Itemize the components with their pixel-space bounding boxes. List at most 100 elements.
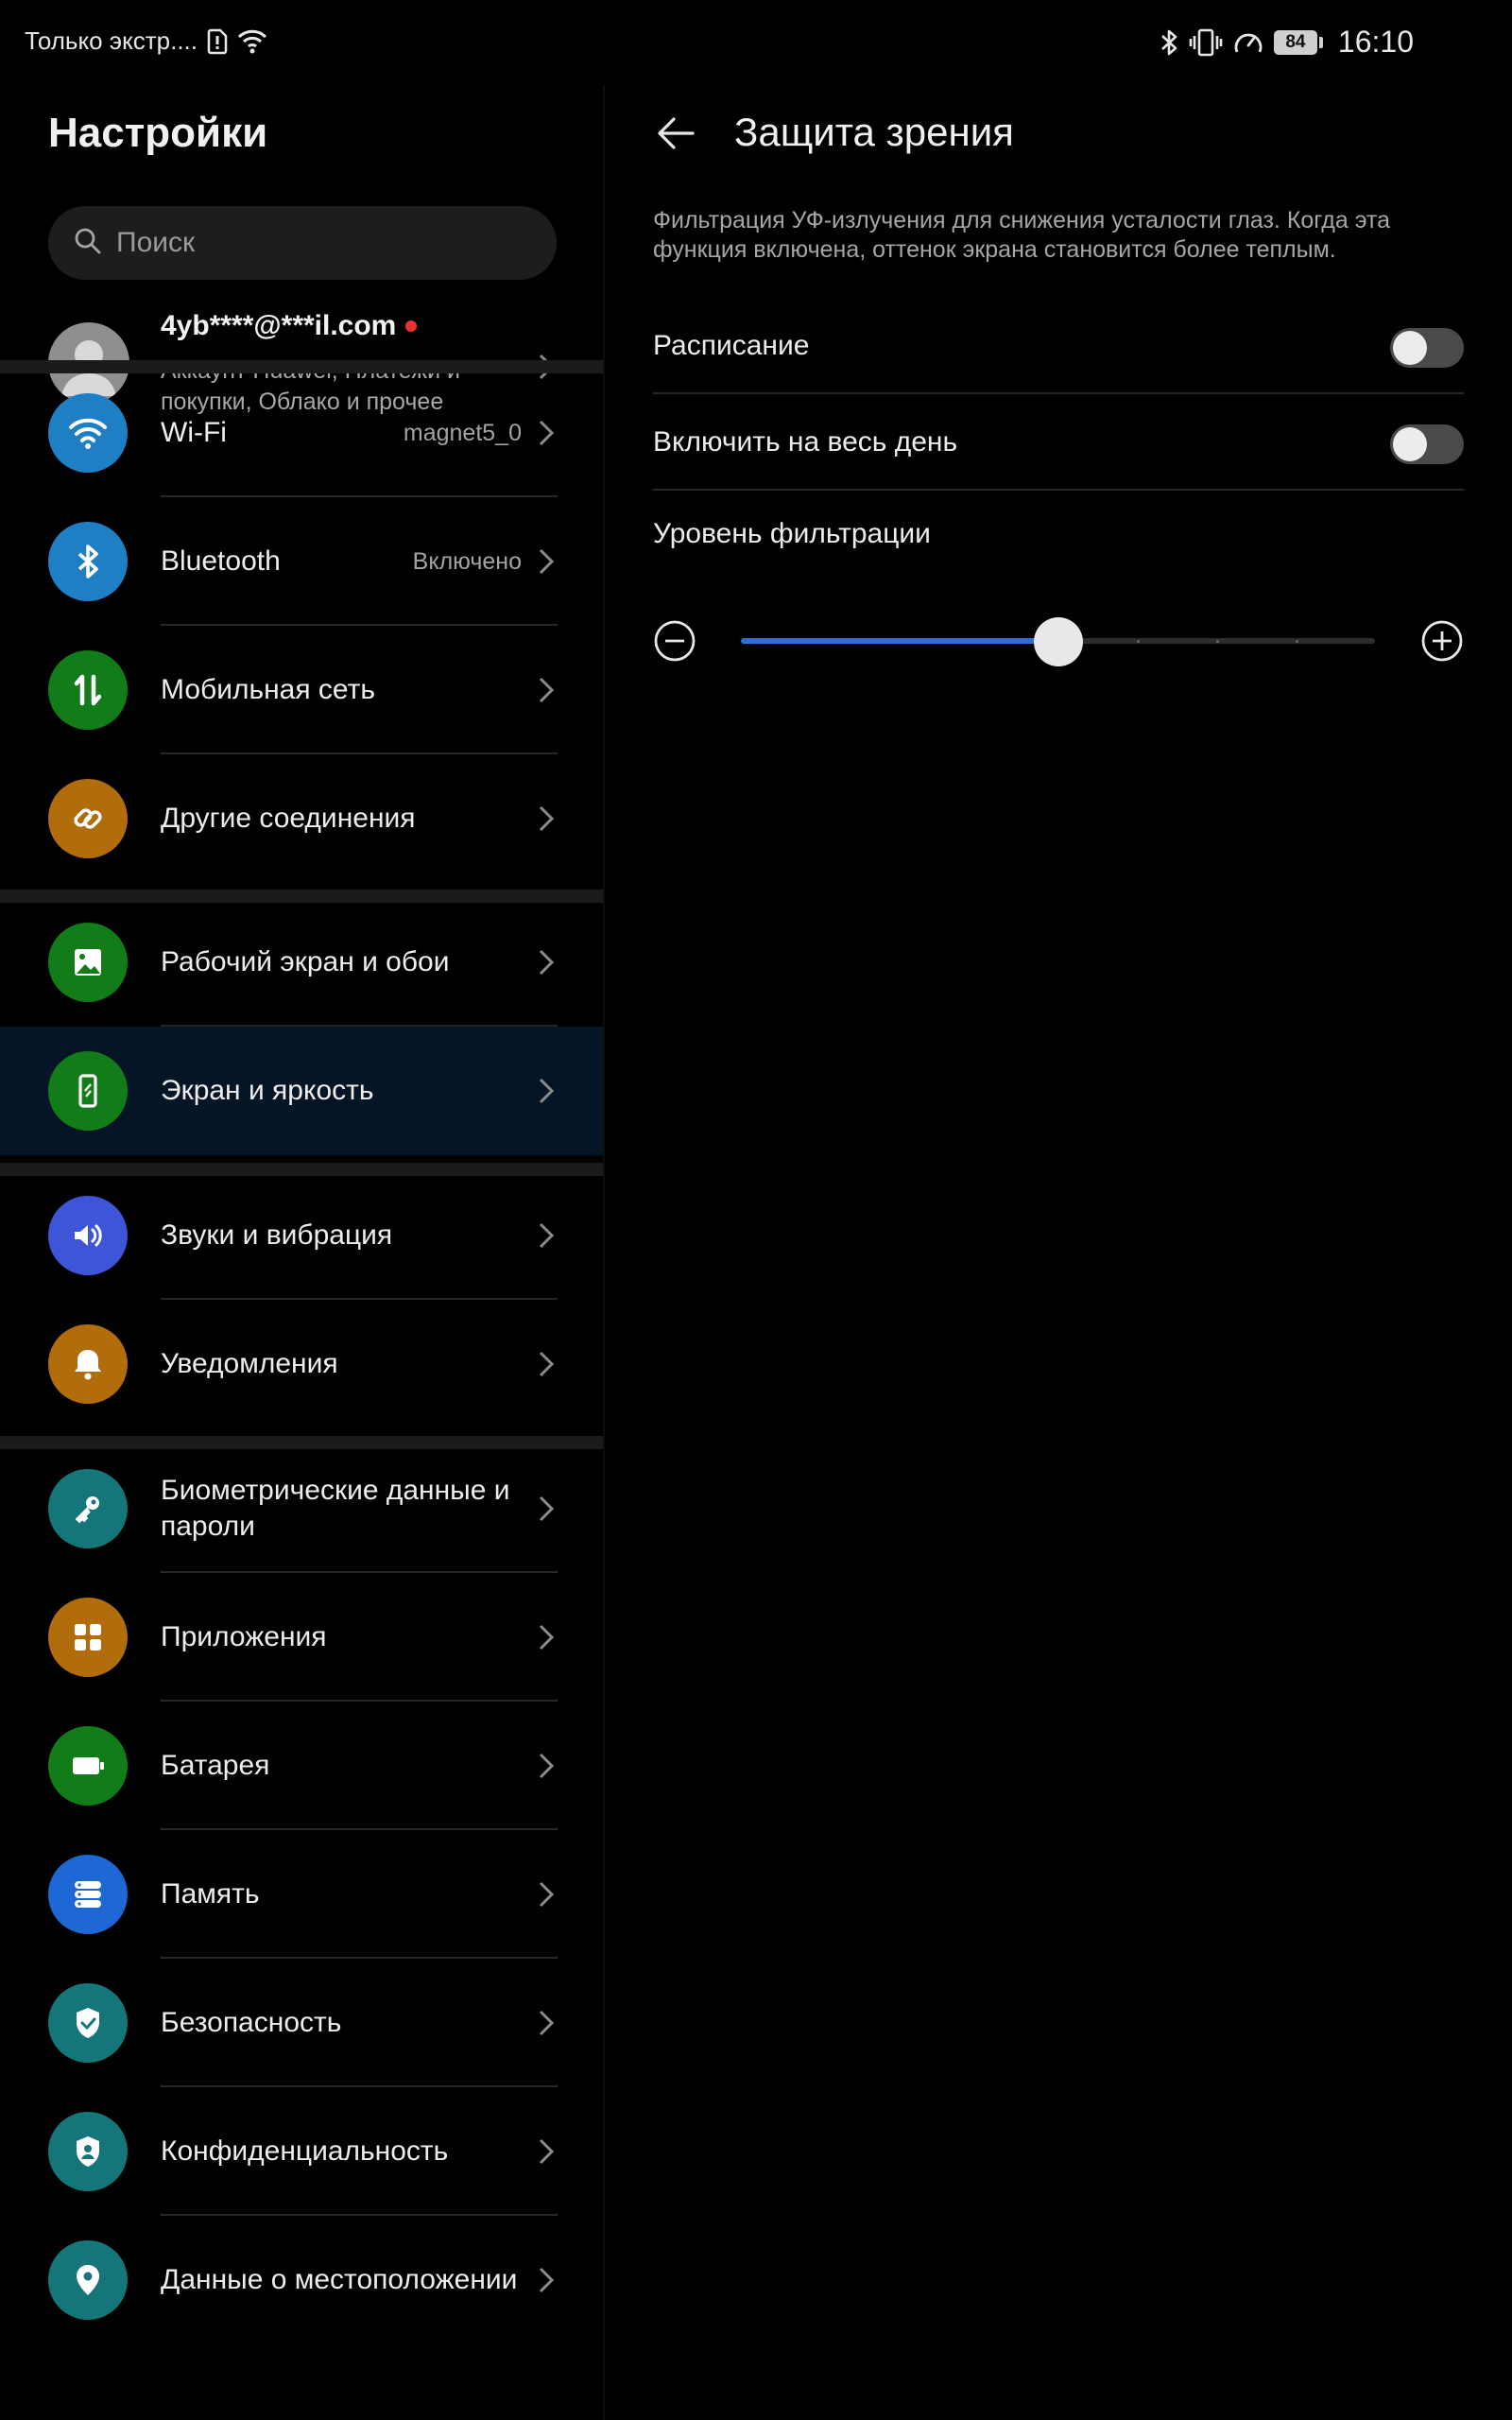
slider-thumb[interactable] <box>1033 617 1083 666</box>
filter-level-label: Уровень фильтрации <box>653 518 931 549</box>
back-arrow-icon[interactable] <box>655 112 698 160</box>
notification-dot <box>405 320 418 332</box>
bluetooth-status-icon <box>1159 27 1179 58</box>
bluetooth-icon <box>48 522 128 601</box>
all-day-label: Включить на весь день <box>653 426 958 458</box>
settings-item-label: Батарея <box>161 1750 270 1781</box>
search-icon <box>73 226 103 261</box>
chevron-right-icon <box>537 418 556 453</box>
settings-item-wifi[interactable]: Wi-Fi magnet5_0 <box>0 369 603 497</box>
settings-item-key[interactable]: Биометрические данные и пароли <box>0 1444 603 1573</box>
eye-comfort-panel: Защита зрения Фильтрация УФ-излучения дл… <box>605 85 1512 2420</box>
account-email-text: 4yb****@***il.com <box>161 310 397 341</box>
settings-item-label: Уведомления <box>161 1348 338 1379</box>
settings-list-panel: Настройки Поиск 4yb****@***il.com Аккаун… <box>0 85 603 2420</box>
settings-item-label: Звуки и вибрация <box>161 1219 393 1251</box>
schedule-row[interactable]: Расписание <box>653 298 1464 394</box>
shield-icon <box>48 1983 128 2063</box>
chevron-right-icon <box>537 947 556 982</box>
settings-item-mobile-data[interactable]: Мобильная сеть <box>0 626 603 754</box>
schedule-label: Расписание <box>653 330 810 361</box>
carrier-text: Только экстр.... <box>25 26 198 55</box>
status-left: Только экстр.... <box>25 26 267 56</box>
mobile-data-icon <box>48 650 128 730</box>
settings-item-privacy[interactable]: Конфиденциальность <box>0 2087 603 2216</box>
slider-fill <box>741 638 1058 644</box>
slider-tick <box>1216 640 1220 643</box>
chevron-right-icon <box>537 2008 556 2043</box>
status-bar: Только экстр.... 84 16:10 <box>0 0 1512 85</box>
sound-icon <box>48 1196 128 1275</box>
chevron-right-icon <box>537 1220 556 1255</box>
settings-item-bell[interactable]: Уведомления <box>0 1300 603 1428</box>
settings-item-shield[interactable]: Безопасность <box>0 1959 603 2087</box>
speedometer-icon <box>1232 27 1264 58</box>
link-icon <box>48 779 128 858</box>
bell-icon <box>48 1324 128 1404</box>
chevron-right-icon <box>537 1076 556 1111</box>
battery-level: 84 <box>1273 29 1317 55</box>
detail-title: Защита зрения <box>734 110 1014 154</box>
search-input[interactable]: Поиск <box>116 227 195 259</box>
settings-item-label: Память <box>161 1878 260 1910</box>
clock: 16:10 <box>1337 25 1414 59</box>
settings-item-label: Мобильная сеть <box>161 674 375 705</box>
settings-item-label: Другие соединения <box>161 803 416 834</box>
wifi-icon <box>48 393 128 473</box>
battery-indicator: 84 <box>1273 29 1323 55</box>
chevron-right-icon <box>537 804 556 838</box>
plus-circle-icon[interactable] <box>1420 619 1464 667</box>
settings-item-battery[interactable]: Батарея <box>0 1702 603 1830</box>
settings-item-wallpaper[interactable]: Рабочий экран и обои <box>0 898 603 1027</box>
chevron-right-icon <box>537 1349 556 1384</box>
chevron-right-icon <box>537 1494 556 1529</box>
slider-track[interactable] <box>741 617 1375 666</box>
settings-item-label: Биометрические данные и пароли <box>161 1475 510 1542</box>
location-icon <box>48 2240 128 2320</box>
slider-tick <box>1296 640 1299 643</box>
storage-icon <box>48 1855 128 1934</box>
settings-item-apps[interactable]: Приложения <box>0 1573 603 1702</box>
settings-item-value: magnet5_0 <box>403 419 522 446</box>
settings-item-label: Конфиденциальность <box>161 2135 449 2167</box>
privacy-icon <box>48 2112 128 2191</box>
page-title: Настройки <box>48 110 268 156</box>
settings-item-display[interactable]: Экран и яркость <box>0 1027 603 1155</box>
apps-icon <box>48 1598 128 1677</box>
chevron-right-icon <box>537 675 556 710</box>
settings-item-bluetooth[interactable]: Bluetooth Включено <box>0 497 603 626</box>
schedule-toggle[interactable] <box>1390 328 1464 368</box>
chevron-right-icon <box>537 1622 556 1657</box>
display-icon <box>48 1051 128 1131</box>
settings-item-label: Данные о местоположении <box>161 2264 518 2295</box>
battery-icon <box>48 1726 128 1806</box>
description-text: Фильтрация УФ-излучения для снижения уст… <box>653 207 1391 263</box>
slider-tick <box>1137 640 1141 643</box>
sim-icon <box>207 28 228 55</box>
status-right: 84 16:10 <box>1159 25 1414 60</box>
chevron-right-icon <box>537 2136 556 2171</box>
settings-item-label: Приложения <box>161 1621 327 1652</box>
vibrate-status-icon <box>1189 27 1223 58</box>
wallpaper-icon <box>48 923 128 1002</box>
wifi-status-icon <box>237 28 267 55</box>
settings-item-sound[interactable]: Звуки и вибрация <box>0 1171 603 1300</box>
settings-item-label: Рабочий экран и обои <box>161 946 450 977</box>
settings-item-storage[interactable]: Память <box>0 1830 603 1959</box>
chevron-right-icon <box>537 2265 556 2300</box>
key-icon <box>48 1469 128 1548</box>
search-bar[interactable]: Поиск <box>48 206 557 280</box>
settings-item-label: Безопасность <box>161 2007 342 2038</box>
settings-item-value: Включено <box>412 547 522 575</box>
settings-item-location[interactable]: Данные о местоположении <box>0 2216 603 2344</box>
all-day-toggle[interactable] <box>1390 424 1464 464</box>
chevron-right-icon <box>537 1751 556 1786</box>
filter-level-slider[interactable] <box>653 608 1464 674</box>
chevron-right-icon <box>537 1879 556 1914</box>
minus-circle-icon[interactable] <box>653 619 696 667</box>
account-email: 4yb****@***il.com <box>161 310 418 342</box>
all-day-row[interactable]: Включить на весь день <box>653 394 1464 491</box>
settings-item-link[interactable]: Другие соединения <box>0 754 603 883</box>
chevron-right-icon <box>537 546 556 581</box>
settings-item-label: Экран и яркость <box>161 1075 374 1106</box>
